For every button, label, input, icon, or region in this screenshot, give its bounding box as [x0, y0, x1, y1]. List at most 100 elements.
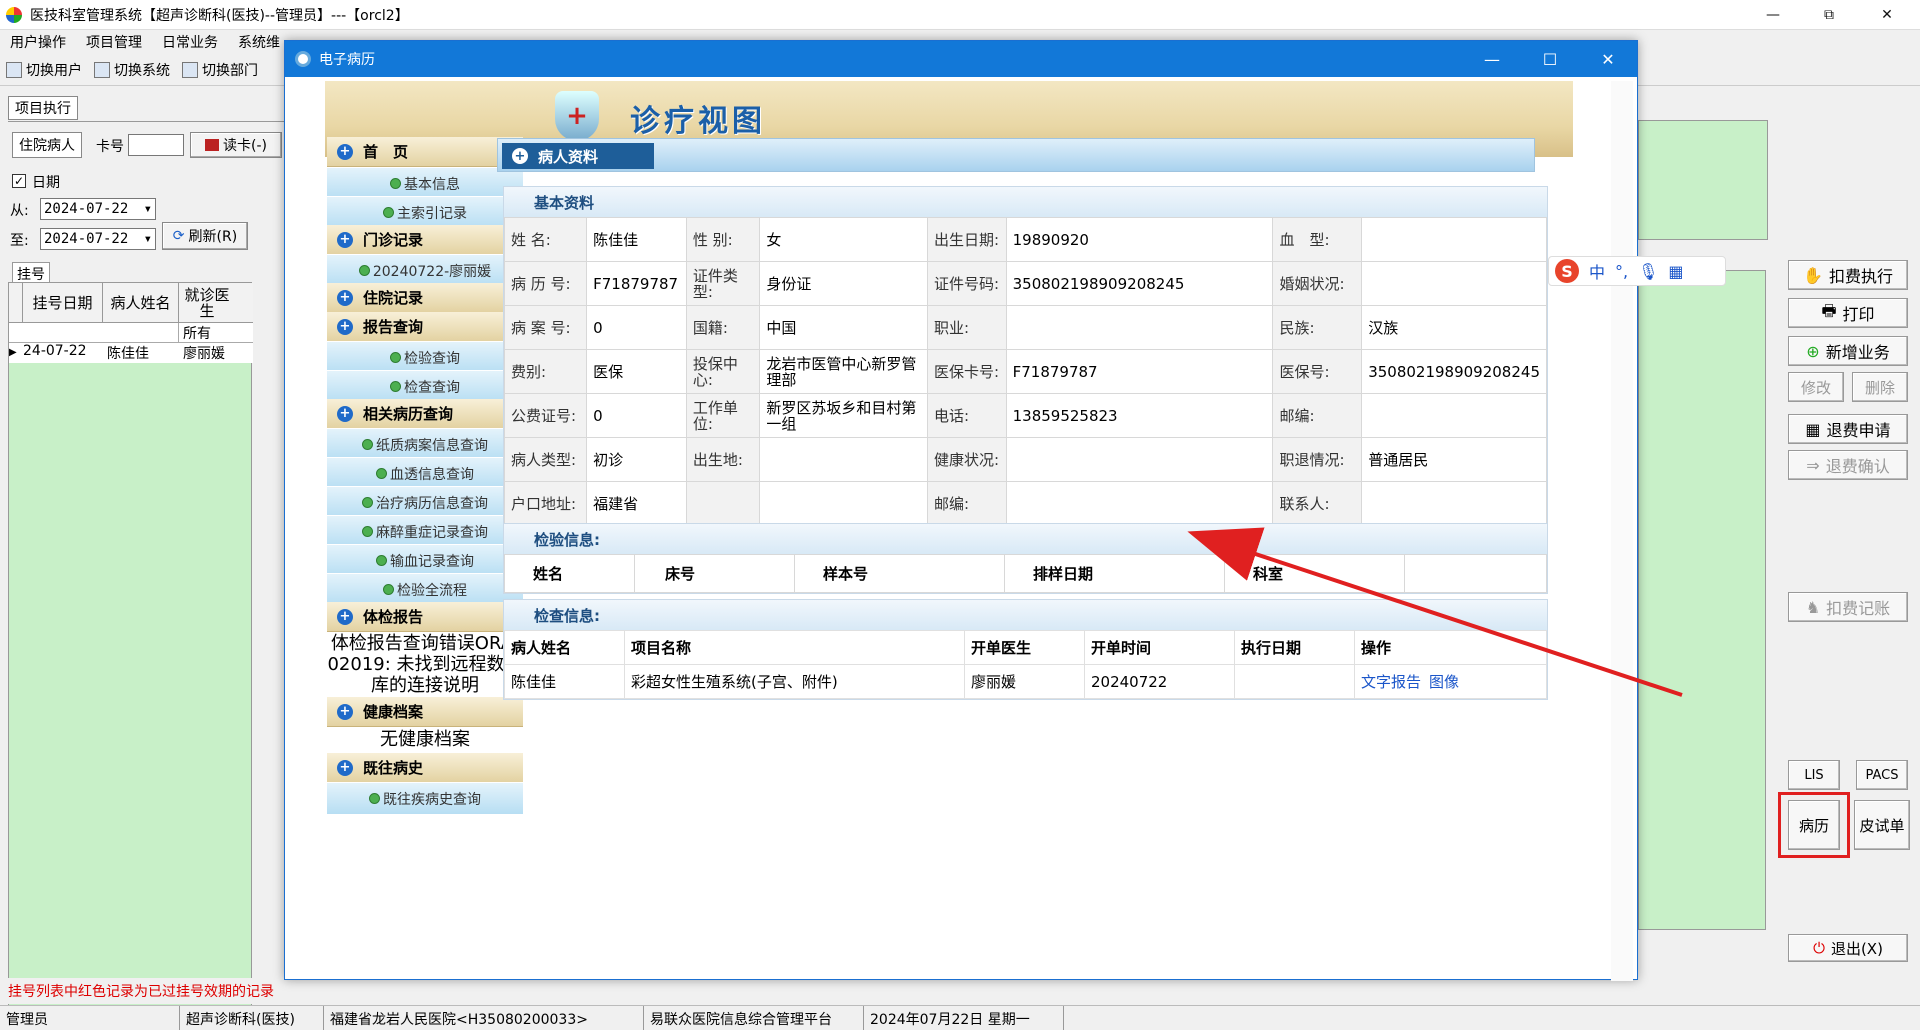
nav-outpatient[interactable]: + 门诊记录 — [327, 225, 523, 255]
switch-dept-button[interactable]: 切换部门 — [176, 60, 264, 80]
nav-blood[interactable]: 血透信息查询 — [327, 457, 523, 489]
nav-lab-query[interactable]: 检验查询 — [327, 341, 523, 373]
exit-button[interactable]: ⏻ 退出(X) — [1788, 934, 1908, 962]
info-row: 病 案 号: 0 国籍: 中国 职业: 民族: 汉族 — [503, 305, 1547, 350]
col-patient-name[interactable]: 病人姓名 — [103, 283, 179, 322]
menu-user[interactable]: 用户操作 — [0, 32, 76, 52]
card-icon — [205, 139, 219, 151]
basic-info-box: 基本资料 姓 名: 陈佳佳性 别: 女出生日期: 19890920 血 型: 病 历 号:… — [503, 186, 1548, 576]
menu-system[interactable]: 系统维 — [228, 32, 290, 52]
nav-home[interactable]: + 首 页 — [327, 137, 523, 167]
text-report-link[interactable]: 文字报告 — [1361, 673, 1421, 691]
switch-system-button[interactable]: 切换系统 — [88, 60, 176, 80]
nav-treatment[interactable]: 治疗病历信息查询 — [327, 486, 523, 518]
minimize-button[interactable]: — — [1750, 0, 1796, 30]
info-value — [1361, 393, 1547, 438]
dialog-scrollbar[interactable] — [1611, 81, 1633, 981]
info-value: 19890920 — [1005, 217, 1274, 262]
ime-lang: 中 — [1589, 263, 1606, 282]
medical-record-button[interactable]: 病历 — [1788, 800, 1840, 850]
info-value — [1361, 261, 1547, 306]
plus-icon: + — [337, 608, 353, 625]
nav-report[interactable]: + 报告查询 — [327, 312, 523, 342]
maximize-button[interactable]: ⧉ — [1806, 0, 1852, 30]
info-value — [1005, 481, 1274, 526]
pacs-button[interactable]: PACS — [1856, 760, 1908, 790]
info-label: 工作单位: — [685, 393, 761, 438]
modify-button[interactable]: 修改 — [1788, 372, 1844, 402]
lis-button[interactable]: LIS — [1788, 760, 1840, 790]
nav-transfusion[interactable]: 输血记录查询 — [327, 544, 523, 576]
nav-inpatient[interactable]: + 住院记录 — [327, 283, 523, 313]
info-value — [1005, 305, 1274, 350]
nav-history-query[interactable]: 既往疾病史查询 — [327, 782, 523, 814]
exam-info-header: 检查信息: — [504, 600, 1547, 630]
date-checkbox[interactable]: ✓ — [12, 174, 26, 188]
to-date-picker[interactable]: 2024-07-22 ▾ — [40, 228, 156, 250]
punct-icon: °, — [1615, 261, 1629, 281]
nav-related[interactable]: + 相关病历查询 — [327, 399, 523, 429]
info-label: 出生日期: — [926, 217, 1007, 262]
from-date-picker[interactable]: 2024-07-22 ▾ — [40, 198, 156, 220]
nav-exam-query[interactable]: 检查查询 — [327, 370, 523, 402]
print-button[interactable]: 🖶 打印 — [1788, 298, 1908, 328]
info-value: 陈佳佳 — [586, 217, 687, 262]
info-label: 医保号: — [1272, 349, 1363, 394]
execute-charge-button[interactable]: ✋ 扣费执行 — [1788, 260, 1908, 290]
image-link[interactable]: 图像 — [1429, 673, 1459, 691]
info-label: 病人类型: — [503, 437, 588, 482]
nav-basic-info[interactable]: 基本信息 — [327, 167, 523, 199]
menu-project[interactable]: 项目管理 — [76, 32, 152, 52]
info-row: 公费证号: 0 工作单位: 新罗区苏坂乡和目村第一组 电话: 13859525823 邮编: — [503, 393, 1547, 438]
info-value: 13859525823 — [1005, 393, 1274, 438]
plus-icon: + — [337, 759, 353, 776]
dialog-close-button[interactable]: ✕ — [1579, 41, 1637, 77]
nav-outpatient-item[interactable]: 20240722-廖丽媛 — [327, 254, 523, 286]
system-icon — [94, 61, 110, 78]
menu-daily[interactable]: 日常业务 — [152, 32, 228, 52]
add-business-button[interactable]: ⊕ 新增业务 — [1788, 336, 1908, 366]
confirm-icon: ⇒ — [1806, 455, 1820, 475]
col-reg-date[interactable]: 挂号日期 — [23, 283, 103, 322]
nav-history[interactable]: + 既往病史 — [327, 753, 523, 783]
refresh-button[interactable]: ⟳ 刷新(R) — [162, 222, 248, 250]
plus-icon: + — [337, 405, 353, 422]
tab-project-execute[interactable]: 项目执行 — [8, 96, 78, 120]
lab-col-dept: 科室 — [1224, 554, 1405, 593]
lab-col-date: 排样日期 — [1004, 554, 1225, 593]
info-label: 投保中心: — [685, 349, 761, 394]
printer-icon: 🖶 — [1821, 300, 1837, 320]
charge-record-button[interactable]: ♞ 扣费记账 — [1788, 592, 1908, 622]
table-row[interactable]: ▶ 24-07-22 陈佳佳 廖丽媛 — [9, 343, 253, 363]
skin-test-button[interactable]: 皮试单 — [1854, 800, 1910, 850]
info-label: 婚姻状况: — [1272, 261, 1363, 306]
info-row: 病人类型: 初诊 出生地: 健康状况: 职退情况: 普通居民 — [503, 437, 1547, 482]
read-card-button[interactable]: 读卡(-) — [190, 132, 282, 158]
switch-user-button[interactable]: 切换用户 — [0, 60, 88, 80]
section-tab[interactable]: + 病人资料 — [502, 143, 654, 169]
doctor-filter[interactable]: 所有 — [179, 323, 235, 342]
plus-icon: + — [512, 148, 528, 164]
nav-health[interactable]: + 健康档案 — [327, 697, 523, 727]
col-doctor[interactable]: 就诊医生 — [179, 283, 235, 322]
dot-icon — [376, 468, 387, 479]
nav-physical[interactable]: + 体检报告 — [327, 602, 523, 632]
ime-toolbar[interactable]: S 中 °, 🎙 ▦ — [1548, 256, 1726, 286]
delete-button[interactable]: 删除 — [1852, 372, 1908, 402]
lab-table: 姓名 床号 样本号 排样日期 科室 — [504, 554, 1547, 593]
inpatient-button[interactable]: 住院病人 — [12, 132, 82, 158]
nav-paper[interactable]: 纸质病案信息查询 — [327, 428, 523, 460]
date-label: 日期 — [32, 175, 60, 191]
nav-anesthesia[interactable]: 麻醉重症记录查询 — [327, 515, 523, 547]
close-button[interactable]: ✕ — [1864, 0, 1910, 30]
nav-lab-flow[interactable]: 检验全流程 — [327, 573, 523, 605]
info-value: 350802198909208245 — [1005, 261, 1274, 306]
refund-confirm-button[interactable]: ⇒ 退费确认 — [1788, 450, 1908, 480]
dialog-minimize-button[interactable]: — — [1463, 41, 1521, 77]
nav-main-index[interactable]: 主索引记录 — [327, 196, 523, 228]
card-input[interactable] — [128, 134, 184, 156]
lab-info-header: 检验信息: — [504, 524, 1547, 554]
refund-apply-button[interactable]: ▦ 退费申请 — [1788, 414, 1908, 444]
dialog-maximize-button[interactable]: ☐ — [1521, 41, 1579, 77]
statusbar: 管理员 超声诊断科(医技) 福建省龙岩人民医院<H35080200033> 易联… — [0, 1005, 1920, 1030]
